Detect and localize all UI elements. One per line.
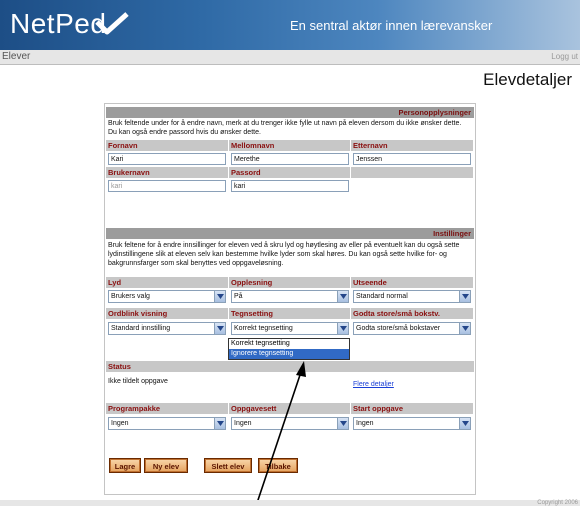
tegnsetting-value: Korrekt tegnsetting xyxy=(234,325,293,332)
label-godta: Godta store/små bokstv. xyxy=(351,308,474,319)
checkmark-logo-icon xyxy=(95,12,129,35)
opplesning-select[interactable]: På xyxy=(231,290,349,303)
netped-logo: NetPed xyxy=(10,8,107,39)
label-start-oppgave: Start oppgave xyxy=(351,403,474,414)
section-instillinger: Instillinger xyxy=(106,228,474,239)
label-tegnsetting: Tegnsetting xyxy=(229,308,351,319)
student-form-panel: Personopplysninger Bruk feltende under f… xyxy=(104,103,476,495)
ordblink-select[interactable]: Standard innstilling xyxy=(108,322,226,335)
start-oppgave-value: Ingen xyxy=(356,420,374,427)
mellomnavn-input[interactable]: Merethe xyxy=(231,153,349,165)
label-fornavn: Fornavn xyxy=(106,140,229,151)
header-banner: NetPed En sentral aktør innen lærevanske… xyxy=(0,0,580,50)
ny-elev-button[interactable]: Ny elev xyxy=(144,458,188,473)
tegnsetting-select[interactable]: Korrekt tegnsetting xyxy=(231,322,349,335)
chevron-down-icon[interactable] xyxy=(459,291,470,302)
page-title: Elevdetaljer xyxy=(483,70,572,89)
label-lyd: Lyd xyxy=(106,277,229,288)
chevron-down-icon[interactable] xyxy=(214,323,225,334)
utseende-select[interactable]: Standard normal xyxy=(353,290,471,303)
opplesning-value: På xyxy=(234,293,243,300)
chevron-down-icon[interactable] xyxy=(337,418,348,429)
breadcrumb-elever[interactable]: Elever xyxy=(2,51,30,62)
label-empty xyxy=(351,167,474,178)
tegnsetting-option-korrekt[interactable]: Korrekt tegnsetting xyxy=(229,339,349,349)
brukernavn-input[interactable]: kari xyxy=(108,180,226,192)
chevron-down-icon[interactable] xyxy=(214,291,225,302)
label-etternavn: Etternavn xyxy=(351,140,474,151)
button-bar: Lagre Ny elev Slett elev Tilbake xyxy=(106,453,474,477)
programpakke-value: Ingen xyxy=(111,420,129,427)
status-text: Ikke tildelt oppgave xyxy=(108,378,168,385)
etternavn-input[interactable]: Jenssen xyxy=(353,153,471,165)
section-personopplysninger: Personopplysninger xyxy=(106,107,474,118)
fornavn-input[interactable]: Kari xyxy=(108,153,226,165)
label-ordblink: Ordblink visning xyxy=(106,308,229,319)
personal-description: Bruk feltende under for å endre navn, me… xyxy=(108,120,462,136)
label-opplesning: Opplesning xyxy=(229,277,351,288)
label-brukernavn: Brukernavn xyxy=(106,167,229,178)
footer-bar xyxy=(0,500,580,506)
godta-value: Godta store/små bokstaver xyxy=(356,325,441,332)
passord-input[interactable]: kari xyxy=(231,180,349,192)
lyd-select[interactable]: Brukers valg xyxy=(108,290,226,303)
utseende-value: Standard normal xyxy=(356,293,408,300)
start-oppgave-select[interactable]: Ingen xyxy=(353,417,471,430)
programpakke-select[interactable]: Ingen xyxy=(108,417,226,430)
tegnsetting-option-ignorere[interactable]: Ignorere tegnsetting xyxy=(229,349,349,359)
tilbake-button[interactable]: Tilbake xyxy=(258,458,298,473)
label-utseende: Utseende xyxy=(351,277,474,288)
nav-bar: Elever Logg ut xyxy=(0,50,580,65)
godta-select[interactable]: Godta store/små bokstaver xyxy=(353,322,471,335)
chevron-down-icon[interactable] xyxy=(459,323,470,334)
label-status: Status xyxy=(106,361,474,372)
chevron-down-icon[interactable] xyxy=(459,418,470,429)
tegnsetting-dropdown-list[interactable]: Korrekt tegnsetting Ignorere tegnsetting xyxy=(228,338,350,360)
flere-detaljer-link[interactable]: Flere detaljer xyxy=(353,381,394,388)
lagre-button[interactable]: Lagre xyxy=(109,458,141,473)
label-passord: Passord xyxy=(229,167,351,178)
chevron-down-icon[interactable] xyxy=(214,418,225,429)
settings-description: Bruk feltene for å endre innsillinger fo… xyxy=(108,242,460,267)
oppgavesett-select[interactable]: Ingen xyxy=(231,417,349,430)
logout-link[interactable]: Logg ut xyxy=(551,52,578,61)
lyd-value: Brukers valg xyxy=(111,293,150,300)
ordblink-value: Standard innstilling xyxy=(111,325,171,332)
header-slogan: En sentral aktør innen lærevansker xyxy=(290,18,493,33)
chevron-down-icon[interactable] xyxy=(337,291,348,302)
slett-elev-button[interactable]: Slett elev xyxy=(204,458,252,473)
label-programpakke: Programpakke xyxy=(106,403,229,414)
label-oppgavesett: Oppgavesett xyxy=(229,403,351,414)
copyright-text: Copyright 2006 xyxy=(537,500,578,506)
oppgavesett-value: Ingen xyxy=(234,420,252,427)
chevron-down-icon[interactable] xyxy=(337,323,348,334)
label-mellomnavn: Mellomnavn xyxy=(229,140,351,151)
